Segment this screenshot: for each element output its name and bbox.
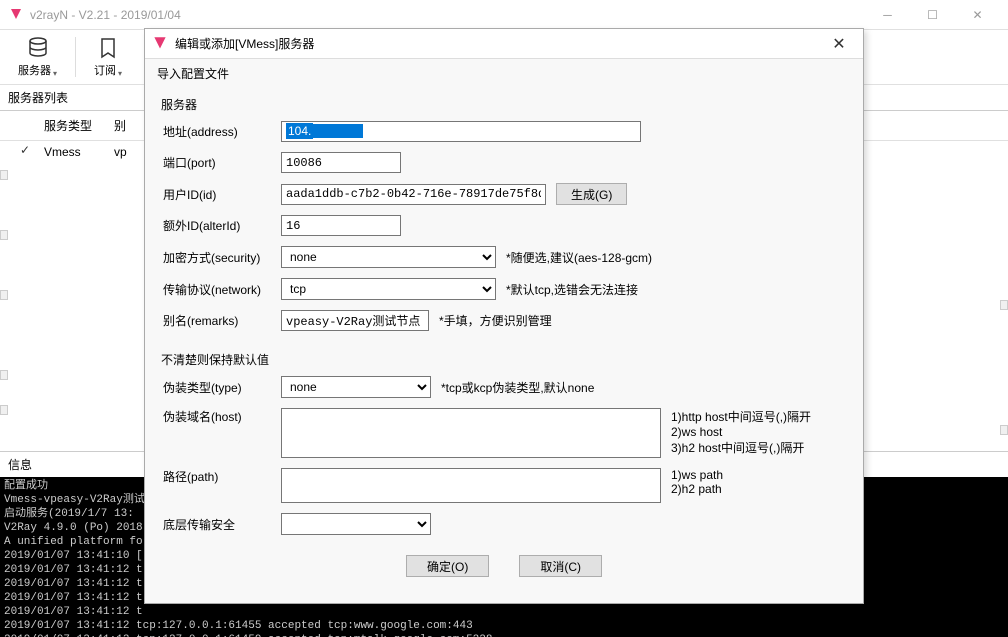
type-hint: *tcp或kcp伪装类型,默认none bbox=[441, 379, 594, 396]
close-button[interactable]: ✕ bbox=[955, 1, 1000, 29]
dialog-titlebar: 编辑或添加[VMess]服务器 ✕ bbox=[145, 29, 863, 59]
dialog-icon bbox=[151, 35, 169, 53]
cell-alias: vp bbox=[106, 143, 135, 161]
generate-button[interactable]: 生成(G) bbox=[556, 183, 627, 205]
address-input[interactable]: 104. bbox=[281, 121, 641, 142]
server-menu-button[interactable]: 服务器▾ bbox=[10, 34, 65, 80]
host-hint: 1)http host中间逗号(,)隔开 2)ws host 3)h2 host… bbox=[671, 408, 811, 456]
path-hint: 1)ws path 2)h2 path bbox=[671, 468, 723, 496]
path-input[interactable] bbox=[281, 468, 661, 503]
host-input[interactable] bbox=[281, 408, 661, 458]
host-label: 伪装域名(host) bbox=[161, 408, 271, 425]
side-handle bbox=[0, 230, 8, 240]
port-label: 端口(port) bbox=[161, 154, 271, 171]
toolbar-divider bbox=[75, 37, 76, 77]
userid-input[interactable] bbox=[281, 184, 546, 205]
security-hint: *随便选,建议(aes-128-gcm) bbox=[506, 249, 652, 266]
check-icon: ✓ bbox=[20, 143, 32, 161]
col-alias[interactable]: 别 bbox=[106, 115, 134, 136]
security-select[interactable]: none bbox=[281, 246, 496, 268]
main-titlebar: v2rayN - V2.21 - 2019/01/04 ─ ☐ ✕ bbox=[0, 0, 1008, 30]
tls-select[interactable] bbox=[281, 513, 431, 535]
cell-type: Vmess bbox=[36, 143, 106, 161]
path-label: 路径(path) bbox=[161, 468, 271, 485]
server-section-label: 服务器 bbox=[161, 96, 847, 113]
minimize-button[interactable]: ─ bbox=[865, 1, 910, 29]
port-input[interactable] bbox=[281, 152, 401, 173]
type-select[interactable]: none bbox=[281, 376, 431, 398]
side-handle bbox=[1000, 425, 1008, 435]
database-icon bbox=[26, 36, 50, 60]
userid-label: 用户ID(id) bbox=[161, 186, 271, 203]
subsection-label: 不清楚则保持默认值 bbox=[161, 351, 847, 368]
remarks-hint: *手填，方便识别管理 bbox=[439, 312, 552, 329]
network-hint: *默认tcp,选错会无法连接 bbox=[506, 281, 638, 298]
side-handle bbox=[0, 170, 8, 180]
side-handle bbox=[0, 405, 8, 415]
alterid-input[interactable] bbox=[281, 215, 401, 236]
address-label: 地址(address) bbox=[161, 123, 271, 140]
bookmark-icon bbox=[96, 36, 120, 60]
type-label: 伪装类型(type) bbox=[161, 379, 271, 396]
side-handle bbox=[0, 370, 8, 380]
window-title: v2rayN - V2.21 - 2019/01/04 bbox=[30, 8, 865, 22]
dialog-title: 编辑或添加[VMess]服务器 bbox=[175, 35, 819, 52]
network-select[interactable]: tcp bbox=[281, 278, 496, 300]
app-icon bbox=[8, 7, 24, 23]
remarks-input[interactable] bbox=[281, 310, 429, 331]
side-handle bbox=[0, 290, 8, 300]
import-config-menu[interactable]: 导入配置文件 bbox=[145, 59, 863, 88]
alterid-label: 额外ID(alterId) bbox=[161, 217, 271, 234]
remarks-label: 别名(remarks) bbox=[161, 312, 271, 329]
side-handle bbox=[1000, 300, 1008, 310]
vmess-dialog: 编辑或添加[VMess]服务器 ✕ 导入配置文件 服务器 地址(address)… bbox=[144, 28, 864, 604]
tls-label: 底层传输安全 bbox=[161, 516, 271, 533]
dialog-close-button[interactable]: ✕ bbox=[819, 34, 859, 54]
col-type[interactable]: 服务类型 bbox=[36, 115, 106, 136]
subscribe-menu-button[interactable]: 订阅▾ bbox=[86, 34, 130, 80]
cancel-button[interactable]: 取消(C) bbox=[519, 555, 602, 577]
maximize-button[interactable]: ☐ bbox=[910, 1, 955, 29]
security-label: 加密方式(security) bbox=[161, 249, 271, 266]
network-label: 传输协议(network) bbox=[161, 281, 271, 298]
ok-button[interactable]: 确定(O) bbox=[406, 555, 489, 577]
